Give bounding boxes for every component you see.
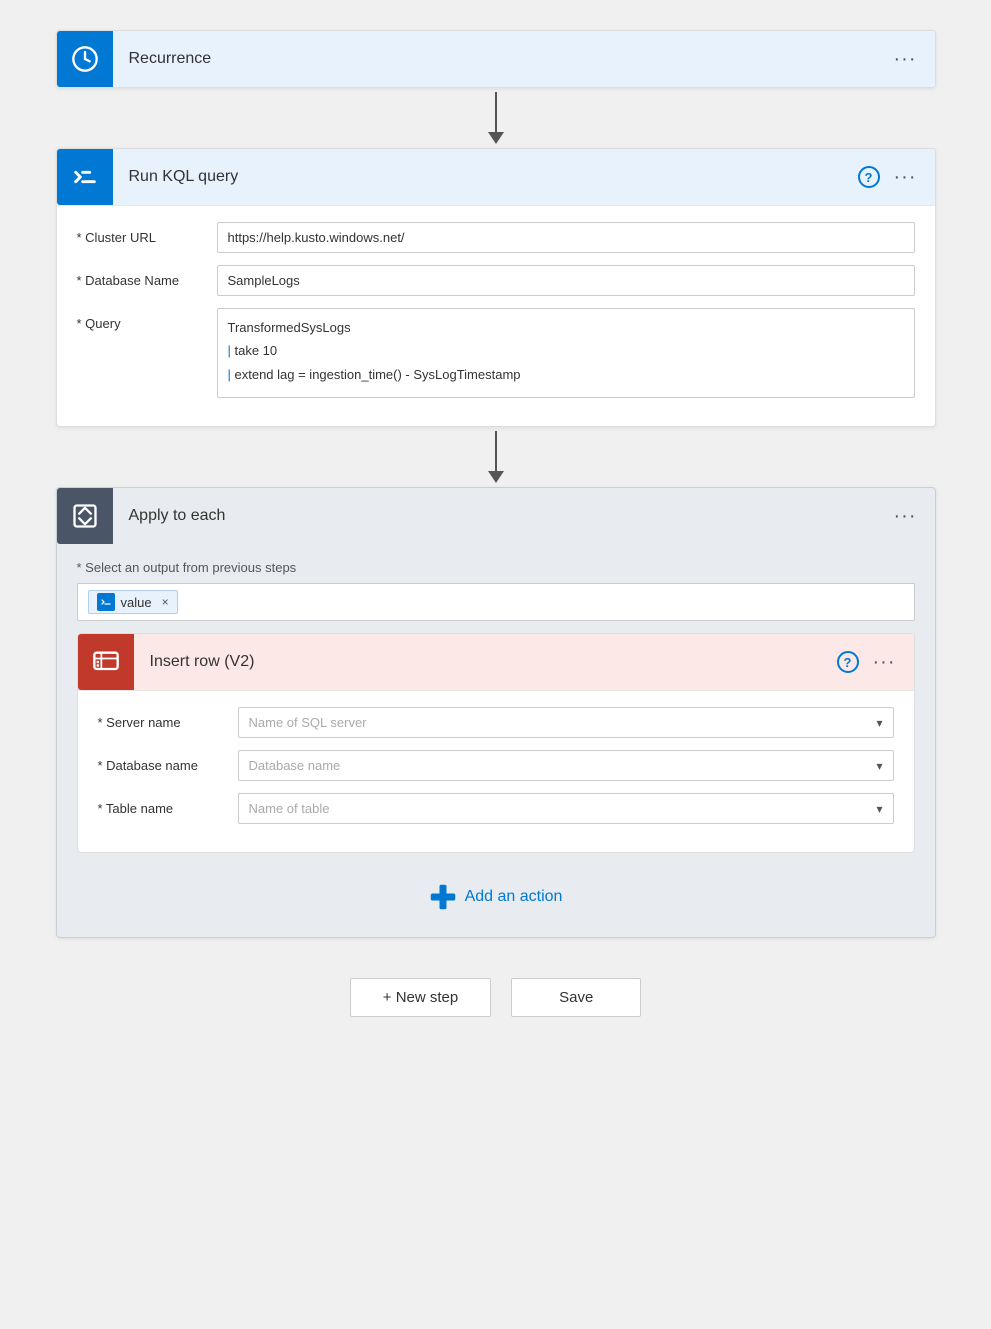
kql-icon — [71, 163, 99, 191]
kql-title: Run KQL query — [113, 168, 858, 186]
output-tag-icon — [97, 593, 115, 611]
add-action-area: Add an action — [77, 853, 915, 921]
table-name-label: * Table name — [98, 793, 238, 816]
arrow-head-1 — [488, 132, 504, 144]
server-name-select[interactable]: Name of SQL server ▾ — [238, 707, 894, 738]
database-name-label: * Database Name — [77, 265, 217, 288]
add-action-label: Add an action — [465, 888, 563, 906]
output-tag: value × — [88, 590, 178, 614]
kql-help-button[interactable]: ? — [858, 166, 880, 188]
kql-more-button[interactable]: ··· — [892, 164, 919, 191]
query-row: * Query TransformedSysLogs | take 10 | e… — [77, 308, 915, 398]
bottom-actions: + New step Save — [350, 978, 641, 1017]
db-name-placeholder: Database name — [249, 758, 341, 773]
apply-actions: ··· — [892, 503, 935, 530]
kql-header: Run KQL query ? ··· — [57, 149, 935, 205]
recurrence-icon-bg — [57, 31, 113, 87]
loop-icon — [71, 502, 99, 530]
database-name-input[interactable] — [217, 265, 915, 296]
arrow-line-2 — [495, 431, 497, 471]
db-name-row: * Database name Database name ▾ — [98, 750, 894, 781]
database-name-row: * Database Name — [77, 265, 915, 296]
canvas: Recurrence ··· Run KQL query ? ··· — [0, 0, 991, 1329]
table-name-select[interactable]: Name of table ▾ — [238, 793, 894, 824]
insert-title: Insert row (V2) — [134, 653, 837, 671]
kql-icon-bg — [57, 149, 113, 205]
add-action-button[interactable]: Add an action — [429, 883, 563, 911]
arrow-line-1 — [495, 92, 497, 132]
clock-icon — [71, 45, 99, 73]
apply-body: * Select an output from previous steps v… — [57, 544, 935, 937]
recurrence-more-button[interactable]: ··· — [892, 46, 919, 73]
kql-card: Run KQL query ? ··· * Cluster URL * Data… — [56, 148, 936, 427]
output-label: * Select an output from previous steps — [77, 560, 915, 575]
save-button[interactable]: Save — [511, 978, 641, 1017]
table-name-placeholder: Name of table — [249, 801, 330, 816]
insert-body: * Server name Name of SQL server ▾ * Dat… — [78, 690, 914, 852]
apply-icon-bg — [57, 488, 113, 544]
query-text: TransformedSysLogs | take 10 | extend la… — [228, 316, 904, 386]
server-chevron-icon: ▾ — [876, 716, 882, 730]
tag-kql-icon — [100, 596, 112, 608]
table-name-row: * Table name Name of table ▾ — [98, 793, 894, 824]
apply-to-each-card: Apply to each ··· * Select an output fro… — [56, 487, 936, 938]
new-step-button[interactable]: + New step — [350, 978, 491, 1017]
query-line1: TransformedSysLogs — [228, 316, 904, 339]
db-chevron-icon: ▾ — [876, 759, 882, 773]
db-name-label: * Database name — [98, 750, 238, 773]
server-name-placeholder: Name of SQL server — [249, 715, 367, 730]
recurrence-title: Recurrence — [113, 50, 892, 68]
arrow-2 — [488, 427, 504, 487]
cluster-url-label: * Cluster URL — [77, 222, 217, 245]
db-name-select[interactable]: Database name ▾ — [238, 750, 894, 781]
server-name-label: * Server name — [98, 707, 238, 730]
insert-actions: ? ··· — [837, 649, 914, 676]
query-line2: | take 10 — [228, 339, 904, 362]
query-line3: | extend lag = ingestion_time() - SysLog… — [228, 363, 904, 386]
cluster-url-row: * Cluster URL — [77, 222, 915, 253]
tag-label: value — [121, 595, 152, 610]
arrow-1 — [488, 88, 504, 148]
insert-more-button[interactable]: ··· — [871, 649, 898, 676]
sql-icon — [92, 648, 120, 676]
server-name-row: * Server name Name of SQL server ▾ — [98, 707, 894, 738]
query-label: * Query — [77, 308, 217, 331]
insert-icon-bg — [78, 634, 134, 690]
apply-header: Apply to each ··· — [57, 488, 935, 544]
kql-actions: ? ··· — [858, 164, 935, 191]
insert-help-button[interactable]: ? — [837, 651, 859, 673]
output-tag-row[interactable]: value × — [77, 583, 915, 621]
apply-more-button[interactable]: ··· — [892, 503, 919, 530]
kql-body: * Cluster URL * Database Name * Query Tr… — [57, 205, 935, 426]
arrow-head-2 — [488, 471, 504, 483]
recurrence-header: Recurrence ··· — [57, 31, 935, 87]
insert-header: Insert row (V2) ? ··· — [78, 634, 914, 690]
insert-row-card: Insert row (V2) ? ··· * Server name Name… — [77, 633, 915, 853]
cluster-url-input[interactable] — [217, 222, 915, 253]
table-chevron-icon: ▾ — [876, 802, 882, 816]
add-action-icon — [429, 883, 457, 911]
recurrence-card: Recurrence ··· — [56, 30, 936, 88]
apply-title: Apply to each — [113, 507, 892, 525]
recurrence-actions: ··· — [892, 46, 935, 73]
tag-remove-button[interactable]: × — [162, 595, 169, 609]
query-input[interactable]: TransformedSysLogs | take 10 | extend la… — [217, 308, 915, 398]
